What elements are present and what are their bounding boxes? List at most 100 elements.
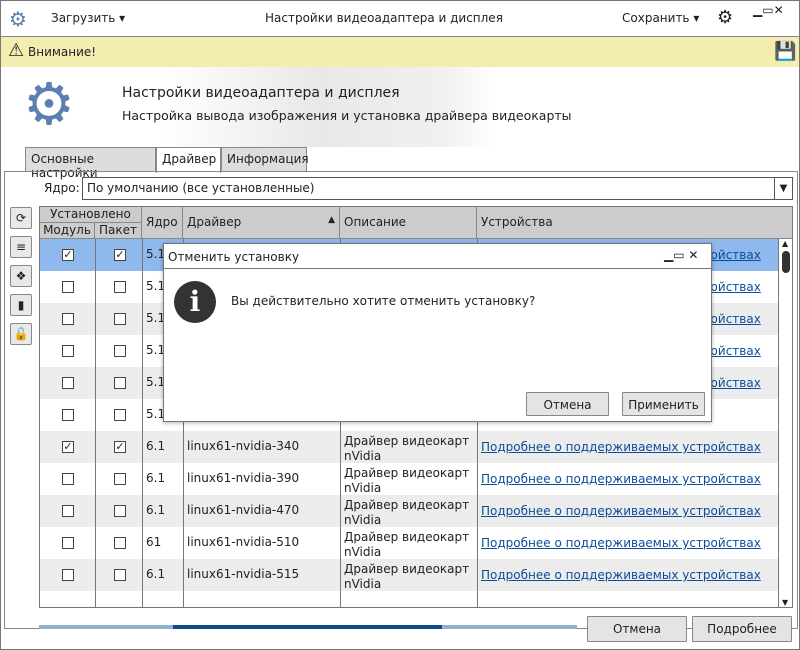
devices-link[interactable]: Подробнее о поддерживаемых устройствах	[481, 504, 761, 518]
driver-cell: linux61-nvidia-510	[187, 535, 300, 549]
dropbox-button[interactable]: ❖	[10, 265, 32, 287]
devices-link[interactable]: Подробнее о поддерживаемых устройствах	[481, 536, 761, 550]
load-menu[interactable]: Загрузить ▾	[51, 11, 125, 25]
dialog-apply-button[interactable]: Применить	[622, 392, 705, 416]
dropbox-icon: ❖	[15, 269, 27, 283]
window-controls: ▁▭✕	[753, 3, 784, 17]
package-checkbox[interactable]	[114, 409, 126, 421]
banner-subtitle: Настройка вывода изображения и установка…	[122, 108, 572, 123]
database-button[interactable]: ≡	[10, 236, 32, 258]
file-button[interactable]: ▮	[10, 294, 32, 316]
tab-driver[interactable]: Драйвер	[156, 147, 221, 173]
driver-cell: linux61-nvidia-340	[187, 439, 300, 453]
package-checkbox[interactable]	[114, 281, 126, 293]
dialog-minimize-icon[interactable]: ▁	[664, 248, 673, 262]
module-checkbox[interactable]	[62, 473, 74, 485]
details-button[interactable]: Подробнее	[692, 616, 792, 642]
kernel-cell: 61	[146, 535, 162, 549]
refresh-button[interactable]: ⟳	[10, 207, 32, 229]
table-scrollbar[interactable]: ▲ ▼	[778, 239, 792, 607]
banner-title: Настройки видеоадаптера и дисплея	[122, 85, 400, 101]
tab-basic-settings[interactable]: Основные настройки	[25, 147, 156, 180]
package-checkbox[interactable]	[114, 345, 126, 357]
kernel-label: Ядро:	[44, 181, 80, 195]
load-label: Загрузить	[51, 11, 116, 25]
devices-link[interactable]: Подробнее о поддерживаемых устройствах	[481, 440, 761, 454]
dialog-maximize-icon[interactable]: ▭	[673, 248, 684, 262]
kernel-cell: 6.1	[146, 503, 166, 517]
header-driver-label: Драйвер	[187, 215, 242, 229]
maximize-icon[interactable]: ▭	[762, 3, 773, 17]
module-checkbox[interactable]	[62, 569, 74, 581]
database-icon: ≡	[15, 240, 27, 254]
description-cell: Драйвер видеокарт nVidia	[344, 530, 470, 559]
package-checkbox[interactable]	[114, 473, 126, 485]
table-row[interactable]: 61 linux61-nvidia-510 Драйвер видеокарт …	[40, 527, 778, 559]
banner: ⚙ Настройки видеоадаптера и дисплея Наст…	[1, 67, 799, 147]
save-menu[interactable]: Сохранить ▾	[622, 11, 699, 25]
module-checkbox[interactable]	[62, 345, 74, 357]
window-title: Настройки видеоадаптера и дисплея	[265, 11, 503, 25]
tab-info[interactable]: Информация	[221, 147, 309, 172]
progress-indicator	[173, 625, 442, 629]
scroll-down-icon[interactable]: ▼	[782, 598, 788, 607]
module-checkbox[interactable]	[62, 313, 74, 325]
dialog-title: Отменить установку	[168, 250, 300, 264]
cancel-install-dialog: Отменить установку ▁▭ ✕ i Вы действитель…	[163, 243, 712, 422]
package-checkbox[interactable]	[114, 377, 126, 389]
file-icon: ▮	[17, 298, 25, 312]
package-checkbox[interactable]	[114, 569, 126, 581]
header-devices[interactable]: Устройства	[477, 207, 792, 239]
dialog-cancel-button[interactable]: Отмена	[526, 392, 609, 416]
cancel-button[interactable]: Отмена	[587, 616, 687, 642]
header-description[interactable]: Описание	[340, 207, 477, 239]
devices-link[interactable]: Подробнее о поддерживаемых устройствах	[481, 472, 761, 486]
module-checkbox[interactable]: ✓	[62, 249, 74, 261]
package-checkbox[interactable]	[114, 313, 126, 325]
table-row[interactable]: 6.1 linux61-nvidia-470 Драйвер видеокарт…	[40, 495, 778, 527]
kernel-select[interactable]: По умолчанию (все установленные) ▼	[82, 177, 793, 200]
unlock-button[interactable]: 🔓	[10, 323, 32, 345]
refresh-icon: ⟳	[15, 211, 27, 225]
minimize-icon[interactable]: ▁	[753, 3, 762, 17]
dialog-title-bar: Отменить установку ▁▭ ✕	[164, 244, 711, 269]
scrollbar-thumb[interactable]	[782, 251, 790, 273]
package-checkbox[interactable]: ✓	[114, 249, 126, 261]
module-checkbox[interactable]: ✓	[62, 441, 74, 453]
header-package[interactable]: Пакет	[95, 223, 142, 239]
table-row[interactable]: ✓ ✓ 6.1 linux61-nvidia-340 Драйвер видео…	[40, 431, 778, 463]
package-checkbox[interactable]	[114, 505, 126, 517]
save-lock-icon[interactable]: 💾	[774, 41, 796, 62]
dialog-close-icon[interactable]: ✕	[688, 248, 698, 262]
module-checkbox[interactable]	[62, 409, 74, 421]
module-checkbox[interactable]	[62, 281, 74, 293]
devices-link[interactable]: Подробнее о поддерживаемых устройствах	[481, 568, 761, 582]
package-checkbox[interactable]: ✓	[114, 441, 126, 453]
table-row[interactable]: 6.1 linux61-nvidia-390 Драйвер видеокарт…	[40, 463, 778, 495]
dialog-message: Вы действительно хотите отменить установ…	[231, 294, 536, 308]
header-installed: Установлено	[40, 207, 142, 223]
header-kernel[interactable]: Ядро	[142, 207, 183, 239]
package-checkbox[interactable]	[114, 537, 126, 549]
main-window: ⚙ Загрузить ▾ Настройки видеоадаптера и …	[0, 0, 800, 650]
warning-bar: ⚠ Внимание! 💾	[1, 37, 799, 67]
kernel-value: По умолчанию (все установленные)	[87, 181, 315, 195]
module-checkbox[interactable]	[62, 377, 74, 389]
module-checkbox[interactable]	[62, 537, 74, 549]
table-row[interactable]: 6.1 linux61-nvidia-515 Драйвер видеокарт…	[40, 559, 778, 591]
module-checkbox[interactable]	[62, 505, 74, 517]
description-cell: Драйвер видеокарт nVidia	[344, 562, 470, 591]
header-module[interactable]: Модуль	[40, 223, 95, 239]
app-gears-icon: ⚙	[9, 7, 27, 31]
scroll-up-icon[interactable]: ▲	[782, 239, 788, 248]
save-label: Сохранить	[622, 11, 690, 25]
chevron-down-icon[interactable]: ▼	[774, 178, 792, 199]
close-icon[interactable]: ✕	[774, 3, 784, 17]
info-icon: i	[174, 281, 216, 323]
description-cell: Драйвер видеокарт nVidia	[344, 466, 470, 495]
kernel-cell: 6.1	[146, 471, 166, 485]
header-driver[interactable]: Драйвер ▲	[183, 207, 340, 239]
kernel-cell: 6.1	[146, 439, 166, 453]
description-cell: Драйвер видеокарт nVidia	[344, 498, 470, 527]
gear-icon[interactable]: ⚙	[717, 7, 733, 28]
